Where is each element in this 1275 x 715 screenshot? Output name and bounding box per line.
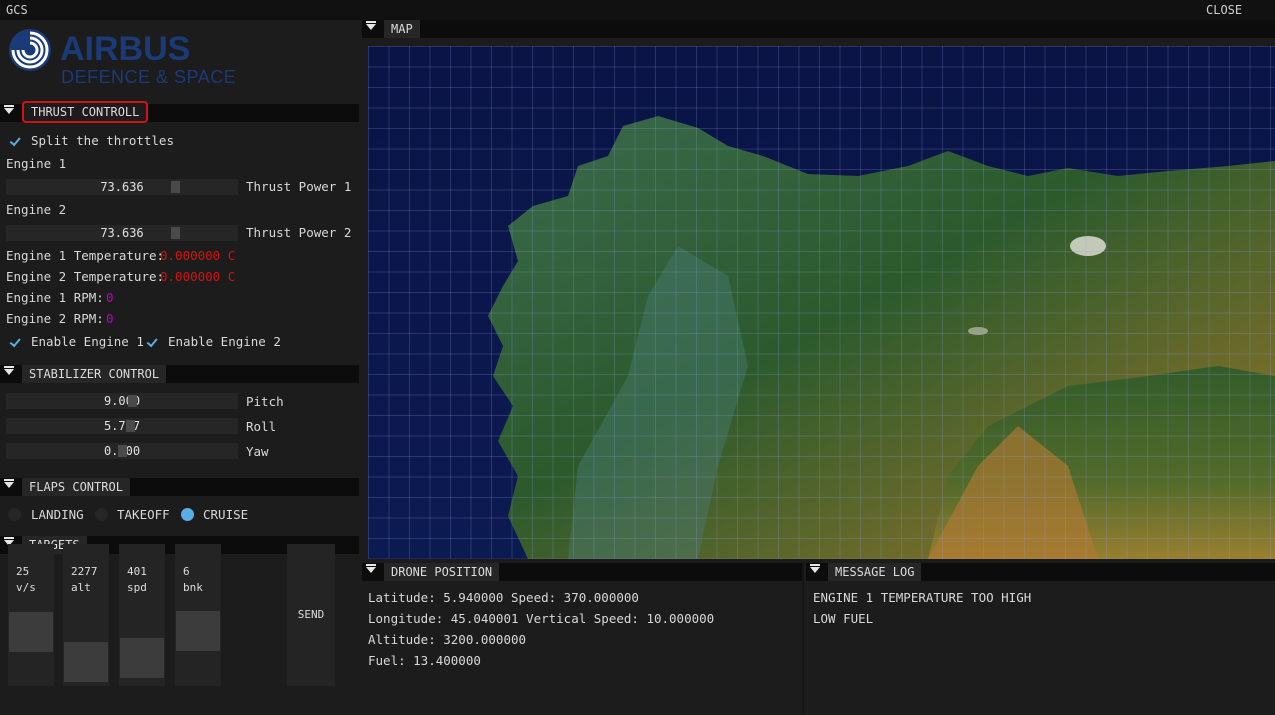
engine2-thrust-value: 73.636 (100, 226, 144, 240)
engine1-temp-value: 0.000000 C (160, 248, 236, 263)
engine2-rpm-label: Engine 2 RPM: (6, 311, 104, 326)
yaw-slider[interactable]: 0.000 (6, 443, 238, 459)
engine2-thrust-slider[interactable]: 73.636 (6, 225, 238, 241)
alt-target-unit: alt (71, 581, 91, 594)
engine2-temp-value: 0.000000 C (160, 269, 236, 284)
enable-engine1-checkbox[interactable] (8, 335, 22, 349)
alt-target-slider[interactable]: 2277 alt (63, 544, 109, 686)
flaps-control-header[interactable]: FLAPS CONTROL (0, 478, 359, 496)
drone-position-title: DRONE POSITION (384, 563, 500, 581)
pitch-slider[interactable]: 9.000 (6, 393, 238, 409)
airbus-logo-icon (8, 27, 52, 73)
stabilizer-control-title: STABILIZER CONTROL (22, 365, 167, 383)
flaps-cruise-radio[interactable] (181, 508, 194, 521)
roll-slider[interactable]: 5.727 (6, 418, 238, 434)
thrust-control-header[interactable]: THRUST CONTROLL (0, 101, 359, 123)
flaps-takeoff-radio[interactable] (95, 508, 108, 521)
satellite-map[interactable] (368, 46, 1275, 559)
thrust-power2-label: Thrust Power 2 (246, 225, 352, 240)
pitch-label: Pitch (246, 394, 284, 409)
drone-fuel: Fuel: 13.400000 (368, 653, 481, 668)
engine1-thrust-value: 73.636 (100, 180, 144, 194)
engine1-thrust-slider[interactable]: 73.636 (6, 179, 238, 195)
flaps-landing-radio[interactable] (8, 508, 21, 521)
stabilizer-control-header[interactable]: STABILIZER CONTROL (0, 365, 359, 383)
message-log-title: MESSAGE LOG (828, 563, 922, 581)
enable-engine2-checkbox[interactable] (145, 335, 159, 349)
vs-target-slider[interactable]: 25 v/s (8, 544, 54, 686)
pitch-value: 9.000 (103, 394, 141, 408)
drone-lon-vspeed: Longitude: 45.040001 Vertical Speed: 10.… (368, 611, 715, 626)
bnk-target-slider[interactable]: 6 bnk (175, 544, 221, 686)
collapse-arrow-icon (4, 479, 14, 488)
engine2-temp-label: Engine 2 Temperature: (6, 269, 165, 284)
map-title: MAP (384, 20, 420, 38)
flaps-control-title: FLAPS CONTROL (22, 478, 130, 496)
drone-lat-speed: Latitude: 5.940000 Speed: 370.000000 (368, 590, 639, 605)
slider-handle[interactable] (118, 445, 127, 457)
enable-engine2-label: Enable Engine 2 (168, 334, 281, 349)
collapse-arrow-icon (366, 21, 376, 30)
thrust-control-title: THRUST CONTROLL (22, 101, 149, 123)
alt-target-value: 2277 (71, 565, 98, 578)
engine1-temp-label: Engine 1 Temperature: (6, 248, 165, 263)
thrust-power1-label: Thrust Power 1 (246, 179, 352, 194)
map-grid (368, 46, 1275, 559)
engine1-label: Engine 1 (6, 156, 67, 171)
alt-slider-handle[interactable] (64, 642, 108, 682)
slider-handle[interactable] (128, 395, 137, 407)
close-button[interactable]: CLOSE (1206, 3, 1242, 17)
roll-value: 5.727 (103, 419, 141, 433)
enable-engine1-label: Enable Engine 1 (31, 334, 144, 349)
collapse-arrow-icon (366, 564, 376, 573)
vs-target-unit: v/s (16, 581, 36, 594)
collapse-arrow-icon (810, 564, 820, 573)
title-bar: GCS CLOSE (0, 0, 1275, 20)
collapse-arrow-icon (4, 105, 14, 114)
flaps-landing-label: LANDING (31, 507, 84, 522)
slider-handle[interactable] (171, 181, 180, 193)
vs-target-value: 25 (16, 565, 30, 578)
vs-slider-handle[interactable] (9, 612, 53, 652)
spd-target-slider[interactable]: 401 spd (119, 544, 165, 686)
send-button[interactable]: SEND (287, 544, 335, 686)
message-log-header[interactable]: MESSAGE LOG (806, 563, 1275, 581)
logo-brand: AIRBUS (60, 30, 191, 68)
slider-handle[interactable] (126, 420, 135, 432)
log-message-low-fuel: LOW FUEL (813, 611, 874, 626)
collapse-arrow-icon (4, 366, 14, 375)
spd-target-value: 401 (127, 565, 147, 578)
engine2-rpm-value: 0 (106, 311, 114, 326)
engine1-rpm-label: Engine 1 RPM: (6, 290, 104, 305)
bnk-target-value: 6 (183, 565, 190, 578)
spd-slider-handle[interactable] (120, 638, 164, 678)
window-title: GCS (6, 3, 28, 17)
message-log-panel (804, 562, 1275, 715)
drone-position-header[interactable]: DRONE POSITION (362, 563, 802, 581)
bnk-slider-handle[interactable] (176, 611, 220, 651)
roll-label: Roll (246, 419, 277, 434)
engine1-rpm-value: 0 (106, 290, 114, 305)
split-throttles-label: Split the throttles (31, 133, 174, 148)
flaps-cruise-label: CRUISE (203, 507, 249, 522)
drone-altitude: Altitude: 3200.000000 (368, 632, 527, 647)
yaw-label: Yaw (246, 444, 269, 459)
spd-target-unit: spd (127, 581, 147, 594)
bnk-target-unit: bnk (183, 581, 203, 594)
split-throttles-checkbox[interactable] (8, 134, 22, 148)
map-header[interactable]: MAP (362, 20, 1275, 38)
logo-subtitle: DEFENCE & SPACE (61, 67, 237, 87)
slider-handle[interactable] (171, 227, 180, 239)
engine2-label: Engine 2 (6, 202, 67, 217)
log-message-engine-temp: ENGINE 1 TEMPERATURE TOO HIGH (813, 590, 1032, 605)
flaps-takeoff-label: TAKEOFF (117, 507, 170, 522)
